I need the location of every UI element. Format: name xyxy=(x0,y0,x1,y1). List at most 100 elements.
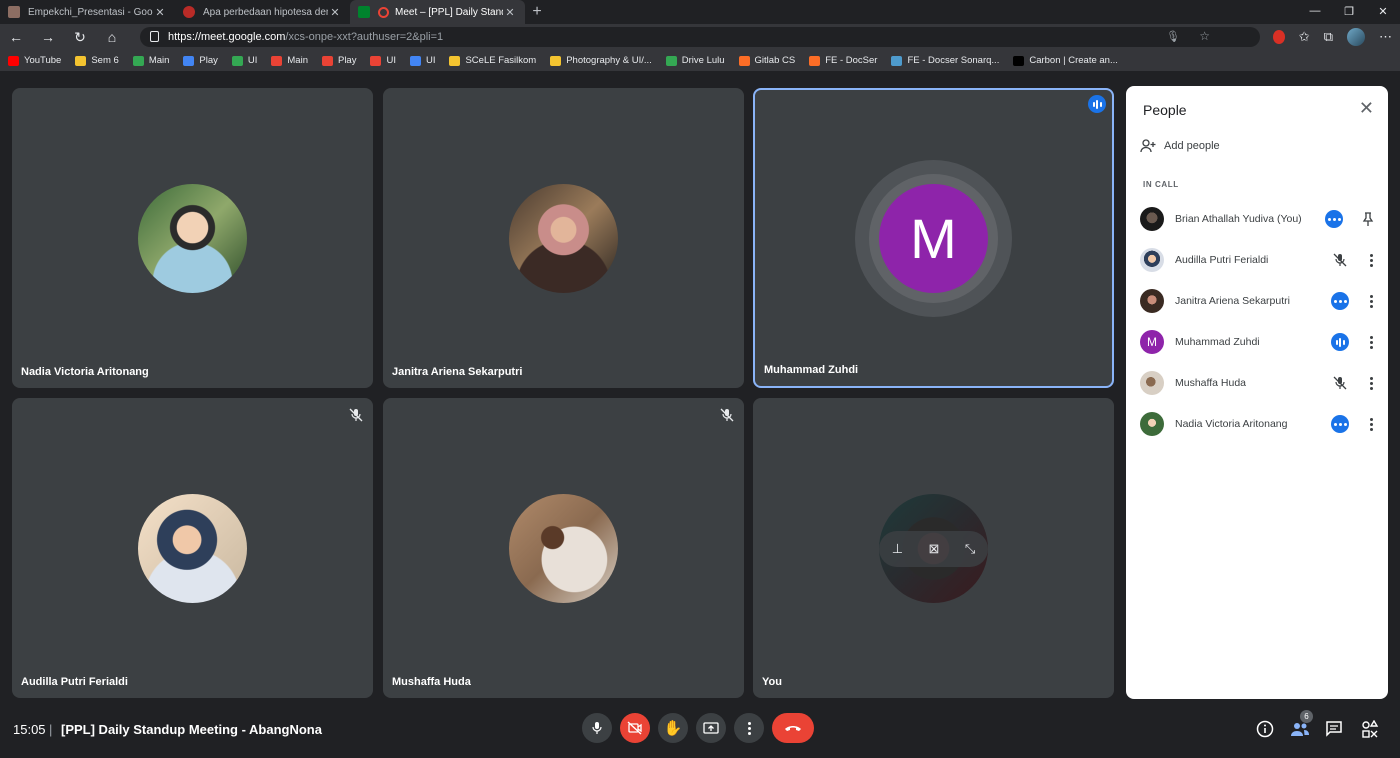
bookmark-item[interactable]: FE - Docser Sonarq... xyxy=(891,55,999,66)
address-bar[interactable]: https://meet.google.com/xcs-onpe-xxt?aut… xyxy=(140,27,1260,47)
video-tile[interactable]: Janitra Ariena Sekarputri xyxy=(383,88,744,388)
participant-name: You xyxy=(762,676,782,688)
meet-favicon-icon xyxy=(358,6,370,18)
people-icon xyxy=(1291,723,1309,736)
bookmark-item[interactable]: UI xyxy=(370,55,396,66)
profile-avatar[interactable] xyxy=(1347,28,1365,46)
hang-up-icon xyxy=(785,726,801,731)
microphone-icon[interactable]: 🎙 xyxy=(1166,30,1180,43)
minimize-self-icon[interactable]: ⤡ xyxy=(965,541,975,557)
more-options-icon[interactable] xyxy=(1364,294,1378,308)
bookmark-label: Sem 6 xyxy=(91,55,119,66)
participant-row[interactable]: Brian Athallah Yudiva (You) xyxy=(1140,205,1378,233)
browser-tab-1[interactable]: Empekchi_Presentasi - Google S ✕ xyxy=(0,0,175,24)
bookmark-favicon-icon xyxy=(370,55,382,66)
favorites-icon[interactable]: ✩ xyxy=(1299,29,1310,45)
video-tile[interactable]: Audilla Putri Ferialdi xyxy=(12,398,373,698)
reload-icon[interactable]: ↻ xyxy=(64,29,96,46)
participant-name: Mushaffa Huda xyxy=(1175,377,1247,389)
leave-call-button[interactable] xyxy=(772,713,814,743)
bookmark-label: Main xyxy=(287,55,308,66)
activities-button[interactable] xyxy=(1359,718,1381,740)
present-screen-button[interactable] xyxy=(696,713,726,743)
bookmark-item[interactable]: Sem 6 xyxy=(75,55,119,66)
more-options-icon[interactable] xyxy=(1364,335,1378,349)
activities-icon xyxy=(1362,720,1379,738)
restore-icon[interactable]: ❐ xyxy=(1332,0,1366,22)
more-menu-icon[interactable]: ⋯ xyxy=(1379,29,1392,45)
pin-icon[interactable]: ⊥ xyxy=(892,541,903,557)
forward-icon[interactable]: → xyxy=(32,29,64,45)
close-tab-icon[interactable]: ✕ xyxy=(328,6,342,19)
tab-title: Meet – [PPL] Daily Standup xyxy=(395,6,503,18)
participant-avatar xyxy=(1140,412,1164,436)
activity-dots-icon xyxy=(1324,209,1344,229)
extension-icon[interactable] xyxy=(1272,30,1285,44)
favorite-star-icon[interactable]: ☆ xyxy=(1199,29,1210,43)
bookmark-item[interactable]: Carbon | Create an... xyxy=(1013,55,1118,66)
more-options-icon[interactable] xyxy=(1364,253,1378,267)
back-icon[interactable]: ← xyxy=(0,29,32,45)
participant-row[interactable]: Mushaffa Huda xyxy=(1140,369,1378,397)
browser-toolbar: ← → ↻ ⌂ https://meet.google.com/xcs-onpe… xyxy=(0,24,1400,50)
meet-stage: Nadia Victoria Aritonang Janitra Ariena … xyxy=(0,74,1400,758)
browser-tab-2[interactable]: Apa perbedaan hipotesa dengan ✕ xyxy=(175,0,350,24)
bookmark-item[interactable]: UI xyxy=(231,55,257,66)
in-call-heading: IN CALL xyxy=(1143,180,1179,189)
bookmark-label: UI xyxy=(386,55,396,66)
video-tile[interactable]: Nadia Victoria Aritonang xyxy=(12,88,373,388)
video-tile-active-speaker[interactable]: M Muhammad Zuhdi xyxy=(753,88,1114,388)
browser-tab-3[interactable]: Meet – [PPL] Daily Standup ✕ xyxy=(350,0,525,24)
video-tile-self[interactable]: ⊥ ⊠ ⤡ You xyxy=(753,398,1114,698)
close-window-icon[interactable]: ✕ xyxy=(1366,0,1400,22)
collections-icon[interactable]: ⧉ xyxy=(1324,29,1333,45)
home-icon[interactable]: ⌂ xyxy=(96,29,128,45)
more-options-icon[interactable] xyxy=(1364,417,1378,431)
bookmark-item[interactable]: SCeLE Fasilkom xyxy=(449,55,536,66)
bookmark-favicon-icon xyxy=(449,55,461,66)
participant-avatar xyxy=(1140,289,1164,313)
chat-button[interactable] xyxy=(1323,718,1345,740)
bookmark-item[interactable]: Photography & UI/... xyxy=(550,55,652,66)
bookmark-item[interactable]: Play xyxy=(321,55,356,66)
bookmark-label: Carbon | Create an... xyxy=(1029,55,1118,66)
speaking-indicator-icon xyxy=(1330,332,1350,352)
participant-row[interactable]: Audilla Putri Ferialdi xyxy=(1140,246,1378,274)
quora-favicon-icon xyxy=(183,6,195,18)
bookmark-item[interactable]: Drive Lulu xyxy=(665,55,725,66)
bookmark-item[interactable]: Gitlab CS xyxy=(738,55,795,66)
bookmark-item[interactable]: Play xyxy=(183,55,218,66)
more-options-icon[interactable] xyxy=(1364,376,1378,390)
bookmark-favicon-icon xyxy=(8,55,19,66)
bookmark-item[interactable]: UI xyxy=(409,55,435,66)
bookmark-favicon-icon xyxy=(738,55,750,66)
add-people-button[interactable]: Add people xyxy=(1140,139,1220,153)
raise-hand-button[interactable]: ✋ xyxy=(658,713,688,743)
close-tab-icon[interactable]: ✕ xyxy=(153,6,167,19)
bookmark-label: Play xyxy=(199,55,218,66)
microphone-button[interactable] xyxy=(582,713,612,743)
bookmark-favicon-icon xyxy=(809,55,821,66)
bookmark-favicon-icon xyxy=(321,55,333,66)
new-tab-button[interactable]: + xyxy=(525,0,549,24)
bookmark-label: FE - DocSer xyxy=(825,55,878,66)
participant-row[interactable]: Janitra Ariena Sekarputri xyxy=(1140,287,1378,315)
close-panel-icon[interactable]: ✕ xyxy=(1359,98,1374,119)
close-tab-icon[interactable]: ✕ xyxy=(503,6,517,19)
camera-off-button[interactable] xyxy=(620,713,650,743)
hide-self-icon[interactable]: ⊠ xyxy=(929,541,940,557)
minimize-icon[interactable]: — xyxy=(1298,0,1332,22)
participant-name: Nadia Victoria Aritonang xyxy=(21,366,149,378)
participant-row[interactable]: M Muhammad Zuhdi xyxy=(1140,328,1378,356)
meeting-controls-bar: 15:05 | [PPL] Daily Standup Meeting - Ab… xyxy=(0,710,1400,758)
bookmark-item[interactable]: FE - DocSer xyxy=(809,55,877,66)
video-tile[interactable]: Mushaffa Huda xyxy=(383,398,744,698)
pin-icon[interactable] xyxy=(1358,209,1378,229)
more-options-button[interactable] xyxy=(734,713,764,743)
participant-row[interactable]: Nadia Victoria Aritonang xyxy=(1140,410,1378,438)
meeting-details-button[interactable] xyxy=(1254,718,1276,740)
sheets-favicon-icon xyxy=(8,6,20,18)
bookmark-item[interactable]: Main xyxy=(132,55,169,66)
bookmark-item[interactable]: YouTube xyxy=(8,55,61,66)
bookmark-item[interactable]: Main xyxy=(271,55,308,66)
